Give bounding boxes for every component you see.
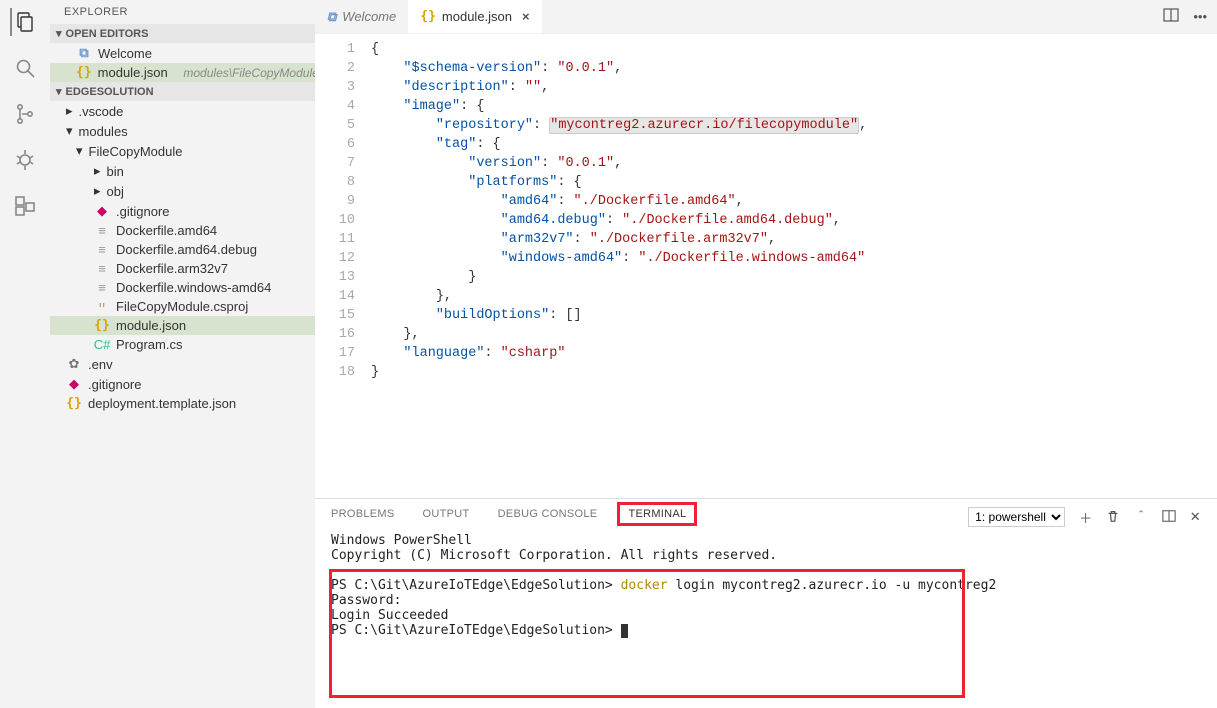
tab-bar: ⧉Welcome {}module.json× ••• (315, 0, 1217, 34)
close-icon[interactable]: × (522, 9, 530, 24)
terminal-line: Login Succeeded (331, 608, 1201, 623)
chevron-down-icon (56, 85, 62, 98)
panel-tab-problems[interactable]: PROBLEMS (331, 508, 395, 526)
terminal-line: Windows PowerShell (331, 533, 1201, 548)
line-number-gutter: 123456789101112131415161718 (315, 34, 371, 498)
search-icon[interactable] (11, 54, 39, 82)
tree-obj[interactable]: obj (50, 181, 315, 201)
json-icon: {} (420, 9, 436, 24)
source-control-icon[interactable] (11, 100, 39, 128)
chevron-down-icon (76, 143, 83, 159)
new-terminal-icon[interactable]: ＋ (1079, 508, 1092, 527)
tree-root-gitignore[interactable]: ◆.gitignore (50, 374, 315, 394)
tree-gitignore[interactable]: ◆.gitignore (50, 201, 315, 221)
tree-dockerfile-arm32v7[interactable]: ≡Dockerfile.arm32v7 (50, 259, 315, 278)
panel-tab-debug-console[interactable]: DEBUG CONSOLE (498, 508, 598, 526)
split-terminal-icon[interactable] (1162, 509, 1176, 526)
tree-program-cs[interactable]: C#Program.cs (50, 335, 315, 354)
tree-dockerfile-amd64-debug[interactable]: ≡Dockerfile.amd64.debug (50, 240, 315, 259)
split-editor-icon[interactable] (1163, 7, 1179, 26)
chevron-right-icon (94, 163, 101, 179)
panel-actions: 1: powershell ＋ ＾ ✕ (968, 507, 1201, 527)
csproj-icon: יי (94, 299, 110, 314)
chevron-right-icon (94, 183, 101, 199)
json-icon: {} (66, 396, 82, 411)
welcome-icon: ⧉ (327, 9, 336, 25)
extensions-icon[interactable] (11, 192, 39, 220)
chevron-right-icon (66, 103, 73, 119)
welcome-icon: ⧉ (76, 45, 92, 61)
tab-welcome[interactable]: ⧉Welcome (315, 0, 408, 33)
explorer-icon[interactable] (10, 8, 38, 36)
terminal-line: PS C:\Git\AzureIoTEdge\EdgeSolution> (331, 623, 1201, 638)
panel-tab-output[interactable]: OUTPUT (423, 508, 470, 526)
file-icon: ≡ (94, 223, 110, 238)
terminal-line: Copyright (C) Microsoft Corporation. All… (331, 548, 1201, 563)
terminal-line: PS C:\Git\AzureIoTEdge\EdgeSolution> doc… (331, 578, 1201, 593)
tree-module-json[interactable]: {}module.json (50, 316, 315, 335)
open-editor-welcome[interactable]: ⧉Welcome (50, 43, 315, 63)
terminal-line: Password: (331, 593, 1201, 608)
open-editors-header[interactable]: OPEN EDITORS (50, 24, 315, 43)
code-editor[interactable]: 123456789101112131415161718 { "$schema-v… (315, 34, 1217, 498)
tab-module-json[interactable]: {}module.json× (408, 0, 541, 33)
cursor-icon (621, 624, 628, 638)
kill-terminal-icon[interactable] (1106, 509, 1120, 526)
panel-tabs: PROBLEMS OUTPUT DEBUG CONSOLE TERMINAL 1… (315, 499, 1217, 527)
more-icon[interactable]: ••• (1193, 9, 1207, 24)
open-editor-module-json[interactable]: {}module.json modules\FileCopyModule (50, 63, 315, 82)
activity-bar (0, 0, 50, 708)
sidebar: EXPLORER OPEN EDITORS ⧉Welcome {}module.… (50, 0, 315, 708)
tree-env[interactable]: ✿.env (50, 354, 315, 374)
bottom-panel: PROBLEMS OUTPUT DEBUG CONSOLE TERMINAL 1… (315, 498, 1217, 708)
tree-bin[interactable]: bin (50, 161, 315, 181)
json-icon: {} (76, 65, 92, 80)
json-icon: {} (94, 318, 110, 333)
file-icon: ≡ (94, 261, 110, 276)
panel-tab-terminal[interactable]: TERMINAL (625, 508, 689, 526)
git-icon: ◆ (66, 376, 82, 392)
close-panel-icon[interactable]: ✕ (1190, 509, 1201, 525)
file-icon: ≡ (94, 280, 110, 295)
file-icon: ≡ (94, 242, 110, 257)
debug-icon[interactable] (11, 146, 39, 174)
code-content[interactable]: { "$schema-version": "0.0.1", "descripti… (371, 34, 867, 498)
chevron-down-icon (66, 123, 73, 139)
tree-deployment-template[interactable]: {}deployment.template.json (50, 394, 315, 413)
main-area: ⧉Welcome {}module.json× ••• 123456789101… (315, 0, 1217, 708)
chevron-down-icon (56, 27, 62, 40)
git-icon: ◆ (94, 203, 110, 219)
sidebar-title: EXPLORER (50, 0, 315, 24)
project-header[interactable]: EDGESOLUTION (50, 82, 315, 101)
terminal[interactable]: Windows PowerShell Copyright (C) Microso… (315, 527, 1217, 708)
tree-dockerfile-amd64[interactable]: ≡Dockerfile.amd64 (50, 221, 315, 240)
editor-actions: ••• (1153, 0, 1217, 33)
tree-filecopymodule[interactable]: FileCopyModule (50, 141, 315, 161)
terminal-selector[interactable]: 1: powershell (968, 507, 1065, 527)
tree-vscode[interactable]: .vscode (50, 101, 315, 121)
tree-dockerfile-windows-amd64[interactable]: ≡Dockerfile.windows-amd64 (50, 278, 315, 297)
tree-modules[interactable]: modules (50, 121, 315, 141)
tree-csproj[interactable]: ייFileCopyModule.csproj (50, 297, 315, 316)
csharp-icon: C# (94, 337, 110, 352)
maximize-panel-icon[interactable]: ＾ (1134, 508, 1147, 527)
gear-icon: ✿ (66, 356, 82, 372)
